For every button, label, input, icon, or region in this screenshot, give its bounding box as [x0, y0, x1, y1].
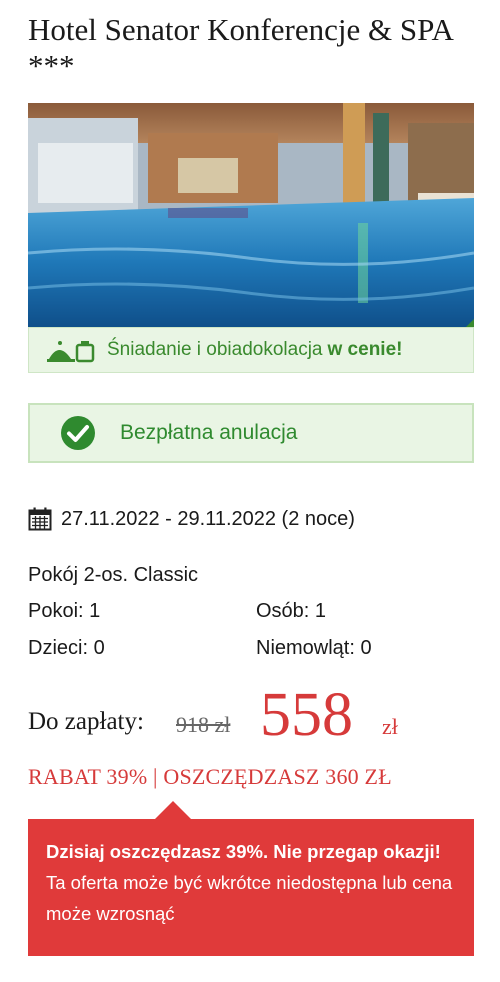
promo-headline: Dzisiaj oszczędzasz 39%. Nie przegap oka…	[46, 841, 441, 862]
stay-dates: 27.11.2022 - 29.11.2022 (2 noce)	[28, 505, 355, 533]
promo-tooltip: Dzisiaj oszczędzasz 39%. Nie przegap oka…	[28, 801, 474, 956]
price-label: Do zapłaty:	[28, 708, 144, 735]
rooms-count: Pokoi: 1	[28, 600, 101, 622]
price-currency: zł	[382, 714, 398, 739]
promo-text: Ta oferta może być wkrótce niedostępna l…	[46, 872, 453, 924]
meal-plan-text: Śniadanie i obiadokolacja	[107, 339, 323, 360]
calendar-icon	[28, 507, 52, 531]
hotel-title[interactable]: Hotel Senator Konferencje & SPA ***	[28, 12, 478, 84]
stay-dates-text: 27.11.2022 - 29.11.2022 (2 noce)	[61, 507, 355, 530]
infants-count: Niemowląt: 0	[256, 637, 372, 659]
free-cancellation-badge: Bezpłatna anulacja	[28, 403, 474, 463]
indoor-pool-image	[28, 103, 474, 327]
free-cancellation-text: Bezpłatna anulacja	[120, 421, 298, 444]
children-count: Dzieci: 0	[28, 637, 105, 659]
meal-tray-icon	[47, 341, 95, 363]
hotel-photo[interactable]	[28, 103, 474, 327]
meal-plan-highlight: w cenie!	[327, 339, 403, 360]
discount-info: RABAT 39% | OSZCZĘDZASZ 360 ZŁ	[28, 764, 392, 789]
old-price: 918 zł	[176, 712, 231, 737]
persons-count: Osób: 1	[256, 600, 327, 622]
check-circle-icon	[61, 416, 95, 450]
meal-plan-banner: Śniadanie i obiadokolacja w cenie!	[28, 327, 474, 373]
current-price: 558	[260, 681, 353, 749]
price-block: Do zapłaty: 918 zł 558 zł	[28, 682, 478, 752]
room-type: Pokój 2-os. Classic	[28, 564, 199, 586]
